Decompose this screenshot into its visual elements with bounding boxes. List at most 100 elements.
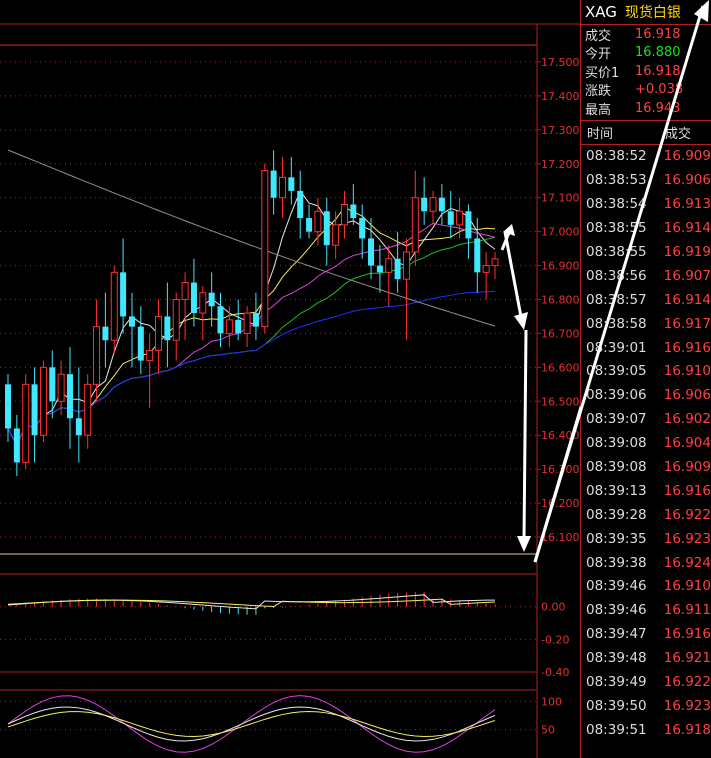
candle-body	[208, 292, 215, 307]
chart-area[interactable]: 17.500 17.400 17.300 17.200 17.100 17.000 16.9…	[0, 0, 580, 758]
tick-row: 08:39:46 16.911	[581, 598, 711, 622]
ticks-header-price: 成交	[665, 126, 692, 142]
tick-price: 16.923	[663, 530, 711, 547]
tick-list[interactable]: 08:38:52 16.909 08:38:53 16.906 08:38:54 16.9…	[581, 145, 711, 742]
candle-body	[172, 299, 180, 341]
candle-body	[270, 170, 277, 198]
candle-body	[66, 374, 73, 419]
candle-body	[243, 312, 251, 334]
quote-panel: 成交 16.918 今开 16.880 买价1 16.918 涨跌 +0.038 最高 16.94…	[581, 25, 711, 118]
tick-price: 16.911	[663, 602, 711, 619]
candle-body	[314, 210, 322, 233]
quote-label: 涨跌	[585, 84, 612, 100]
tick-price: 16.922	[663, 674, 711, 691]
tick-time: 08:39:47	[586, 626, 647, 643]
quote-row: 买价1 16.918	[581, 62, 711, 81]
price-tick-label: 16.800	[541, 294, 580, 307]
candle-body	[75, 418, 82, 436]
candle-body	[394, 258, 401, 280]
candle-body	[164, 316, 171, 341]
quote-row: 最高 16.943	[581, 99, 711, 118]
ma5-line	[7, 189, 496, 447]
tick-time: 08:39:08	[586, 435, 647, 452]
tick-price: 16.916	[663, 339, 711, 356]
candle-body	[217, 306, 224, 334]
candle-body	[474, 238, 481, 273]
candle-body	[102, 326, 109, 341]
tick-price: 16.919	[663, 244, 711, 260]
tick-time: 08:39:01	[586, 339, 647, 356]
price-tick-label: 16.200	[541, 497, 580, 510]
candle-body	[278, 176, 286, 199]
tick-price: 16.921	[663, 650, 711, 667]
candle-body	[411, 197, 419, 253]
tick-time: 08:39:38	[586, 554, 647, 571]
candle-body	[421, 197, 428, 212]
tick-time: 08:38:52	[586, 148, 647, 165]
candle-body	[465, 211, 472, 239]
price-tick-label: 17.100	[541, 192, 580, 205]
candle-body	[297, 190, 304, 219]
tick-time: 08:39:13	[586, 482, 647, 499]
tick-row: 08:38:55 16.919	[581, 240, 711, 264]
tick-row: 08:38:57 16.914	[581, 288, 711, 312]
candle-body	[31, 384, 38, 436]
candle-body	[199, 292, 207, 314]
price-tick-label: 17.000	[541, 226, 580, 239]
macd-panel: 0.00 -0.20 -0.40	[0, 591, 569, 679]
price-tick-label: 17.200	[541, 158, 580, 171]
candle-body	[93, 326, 101, 385]
tick-price: 16.902	[663, 411, 711, 428]
macd-tick-label: -0.40	[541, 666, 569, 679]
tick-time: 08:38:57	[586, 291, 647, 308]
tick-time: 08:39:46	[586, 578, 647, 595]
tick-row: 08:38:55 16.914	[581, 216, 711, 240]
tick-time: 08:38:58	[586, 315, 647, 332]
tick-price: 16.924	[663, 554, 711, 571]
candle-body	[332, 224, 340, 246]
price-tick-label: 16.900	[541, 260, 580, 273]
candle-body	[252, 313, 259, 327]
quote-value: 16.880	[635, 45, 681, 61]
candle-body	[190, 282, 197, 314]
moving-average-lines	[7, 149, 496, 447]
price-tick-label: 16.700	[541, 327, 580, 340]
tick-price: 16.906	[663, 387, 711, 404]
tick-time: 08:39:06	[586, 387, 647, 404]
tick-time: 08:39:46	[586, 602, 647, 619]
macd-dif-line	[7, 594, 496, 610]
candle-body	[306, 218, 313, 232]
candle-body	[288, 177, 295, 191]
tick-row: 08:39:35 16.923	[581, 527, 711, 551]
tick-price: 16.907	[663, 267, 711, 284]
tick-row: 08:38:56 16.907	[581, 264, 711, 288]
tick-time: 08:39:50	[586, 697, 647, 714]
candle-body	[22, 383, 30, 463]
candle-body	[261, 170, 269, 328]
tick-price: 16.910	[663, 578, 711, 595]
quote-value: 16.918	[635, 63, 681, 79]
tick-time: 08:39:08	[586, 459, 647, 476]
candle-body	[359, 218, 366, 239]
candle-body	[385, 258, 393, 273]
candle-body	[368, 238, 375, 266]
candle-body	[235, 319, 242, 334]
candle-body	[110, 271, 118, 341]
tick-time: 08:39:51	[586, 721, 647, 738]
candle-body	[447, 211, 454, 225]
price-tick-label: 17.300	[541, 124, 580, 137]
tick-price: 16.916	[663, 626, 711, 643]
quote-label: 买价1	[585, 65, 620, 81]
ma20-line	[7, 222, 496, 447]
arrow-head	[514, 312, 528, 330]
quote-label: 最高	[585, 102, 612, 118]
candle-body	[120, 272, 127, 317]
tick-row: 08:39:13 16.916	[581, 479, 711, 503]
price-tick-label: 17.500	[541, 56, 580, 69]
tick-time: 08:39:07	[586, 411, 647, 428]
candle-body	[402, 251, 410, 280]
price-tick-label: 16.100	[541, 531, 580, 544]
quote-title: XAG 现货白银	[581, 0, 711, 25]
tick-time: 08:39:35	[586, 530, 647, 547]
macd-dea-line	[7, 598, 496, 608]
